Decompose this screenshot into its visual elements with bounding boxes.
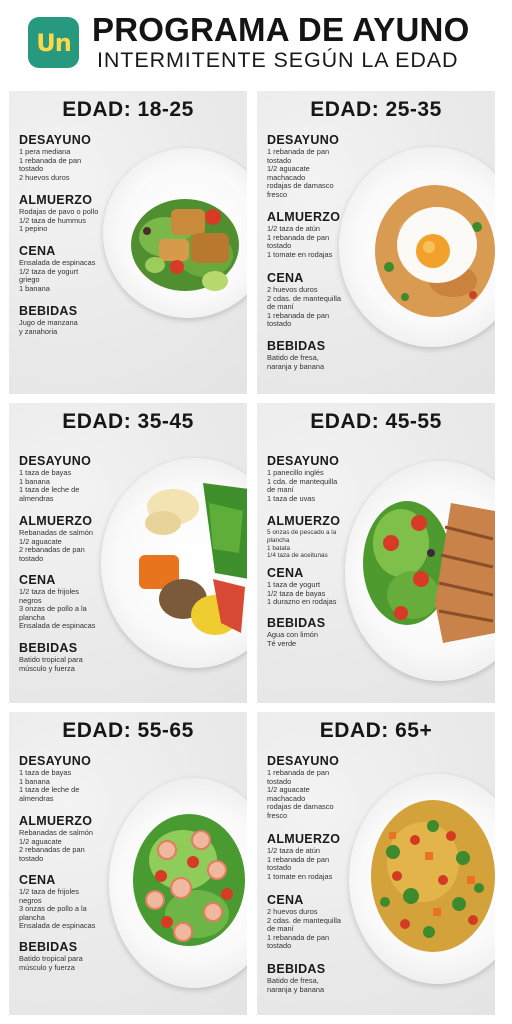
section-heading: CENA (19, 873, 56, 887)
section-heading: BEBIDAS (19, 304, 78, 318)
section-text: 5 onzas de pescado a la plancha 1 batata… (267, 529, 337, 560)
section-text: 1 rebanada de pan tostado 1/2 aguacate m… (267, 768, 334, 820)
section-text: 2 huevos duros 2 cdas. de mantequilla de… (267, 285, 341, 329)
section-desayuno: DESAYUNO 1 pera mediana 1 rebanada de pa… (19, 133, 137, 182)
section-text: 1 panecillo inglés 1 cda. de mantequilla… (267, 468, 338, 503)
section-almuerzo: ALMUERZO Rebanadas de salmón 1/2 aguacat… (19, 514, 137, 563)
section-text: Agua con limón Té verde (267, 630, 318, 648)
section-heading: CENA (267, 566, 304, 580)
section-text: 1 taza de bayas 1 banana 1 taza de leche… (19, 768, 80, 803)
section-almuerzo: ALMUERZO 1/2 taza de atún 1 rebanada de … (267, 210, 385, 259)
section-heading: BEBIDAS (267, 339, 326, 353)
section-cena: CENA 2 huevos duros 2 cdas. de mantequil… (267, 271, 385, 329)
section-almuerzo: ALMUERZO Rebanadas de salmón 1/2 aguacat… (19, 814, 137, 863)
section-text: 1/2 taza de frijoles negros 3 onzas de p… (19, 887, 96, 931)
age-card-18-25: EDAD: 18-25 DESAYUNO 1 pera mediana 1 re… (9, 91, 247, 394)
section-heading: ALMUERZO (267, 832, 341, 846)
section-cena: CENA Ensalada de espinacas 1/2 taza de y… (19, 244, 137, 293)
section-heading: DESAYUNO (267, 454, 340, 468)
section-cena: CENA 2 huevos duros 2 cdas. de mantequil… (267, 893, 385, 951)
section-heading: ALMUERZO (267, 210, 341, 224)
age-card-45-55: EDAD: 45-55 DESAYUNO 1 panecillo inglés … (257, 403, 495, 703)
section-cena: CENA 1 taza de yogurt 1/2 taza de bayas … (267, 566, 385, 607)
section-heading: BEBIDAS (19, 940, 78, 954)
card-title: EDAD: 25-35 (310, 98, 442, 121)
section-bebidas: BEBIDAS Batido tropical para músculo y f… (19, 641, 137, 673)
section-text: 1/2 taza de atún 1 rebanada de pan tosta… (267, 846, 333, 881)
mixed-bowl-plate-icon (139, 483, 247, 635)
age-card-35-45: EDAD: 35-45 DESAYUNO 1 taza de bayas 1 b… (9, 403, 247, 703)
section-almuerzo: ALMUERZO 5 onzas de pescado a la plancha… (267, 514, 385, 560)
section-text: Batido tropical para músculo y fuerza (19, 954, 83, 972)
section-text: 1 taza de yogurt 1/2 taza de bayas 1 dur… (267, 580, 337, 607)
section-text: 1 taza de bayas 1 banana 1 taza de leche… (19, 468, 80, 503)
section-heading: BEBIDAS (267, 616, 326, 630)
section-heading: BEBIDAS (267, 962, 326, 976)
section-text: Rodajas de pavo o pollo 1/2 taza de humm… (19, 207, 99, 234)
age-card-25-35: EDAD: 25-35 DESAYUNO 1 rebanada de pan t… (257, 91, 495, 394)
section-text: 1 rebanada de pan tostado 1/2 aguacate m… (267, 147, 334, 199)
fried-egg-rice-plate-icon (375, 185, 495, 317)
section-text: Jugo de manzana y zanahoria (19, 318, 78, 336)
section-heading: CENA (19, 244, 56, 258)
section-heading: DESAYUNO (19, 133, 92, 147)
section-text: Batido tropical para músculo y fuerza (19, 655, 83, 673)
section-text: 1/2 taza de frijoles negros 3 onzas de p… (19, 587, 96, 631)
section-desayuno: DESAYUNO 1 rebanada de pan tostado 1/2 a… (267, 754, 385, 821)
section-desayuno: DESAYUNO 1 rebanada de pan tostado 1/2 a… (267, 133, 385, 200)
section-heading: ALMUERZO (19, 193, 93, 207)
section-text: 1 pera mediana 1 rebanada de pan tostado… (19, 147, 82, 182)
section-text: 2 huevos duros 2 cdas. de mantequilla de… (267, 907, 341, 951)
section-bebidas: BEBIDAS Batido de fresa, naranja y banan… (267, 339, 385, 371)
section-heading: ALMUERZO (19, 514, 93, 528)
section-text: Batido de fresa, naranja y banana (267, 976, 325, 994)
age-card-55-65: EDAD: 55-65 DESAYUNO 1 taza de bayas 1 b… (9, 712, 247, 1015)
section-text: Rebanadas de salmón 1/2 aguacate 2 reban… (19, 828, 93, 863)
section-heading: DESAYUNO (19, 754, 92, 768)
section-text: Batido de fresa, naranja y banana (267, 353, 325, 371)
section-heading: BEBIDAS (19, 641, 78, 655)
chicken-salad-plate-icon (131, 199, 239, 291)
section-bebidas: BEBIDAS Jugo de manzana y zanahoria (19, 304, 137, 336)
section-desayuno: DESAYUNO 1 taza de bayas 1 banana 1 taza… (19, 454, 137, 503)
page-subtitle: INTERMITENTE SEGÚN LA EDAD (97, 48, 459, 72)
section-heading: ALMUERZO (19, 814, 93, 828)
section-heading: DESAYUNO (267, 754, 340, 768)
section-text: 1/2 taza de atún 1 rebanada de pan tosta… (267, 224, 333, 259)
section-heading: CENA (267, 271, 304, 285)
section-heading: DESAYUNO (19, 454, 92, 468)
card-title: EDAD: 65+ (319, 719, 433, 742)
section-heading: CENA (19, 573, 56, 587)
section-text: Rebanadas de salmón 1/2 aguacate 2 reban… (19, 528, 93, 563)
card-title: EDAD: 18-25 (62, 98, 194, 121)
section-bebidas: BEBIDAS Batido tropical para músculo y f… (19, 940, 137, 972)
section-heading: ALMUERZO (267, 514, 341, 528)
shrimp-salad-plate-icon (133, 814, 245, 946)
card-title: EDAD: 35-45 (62, 410, 194, 433)
brand-logo: Un (28, 17, 79, 68)
page-header: Un PROGRAMA DE AYUNO INTERMITENTE SEGÚN … (0, 0, 512, 86)
section-cena: CENA 1/2 taza de frijoles negros 3 onzas… (19, 873, 137, 931)
card-title: EDAD: 55-65 (62, 719, 194, 742)
section-almuerzo: ALMUERZO Rodajas de pavo o pollo 1/2 taz… (19, 193, 137, 234)
section-bebidas: BEBIDAS Batido de fresa, naranja y banan… (267, 962, 385, 994)
card-title: EDAD: 45-55 (310, 410, 442, 433)
section-cena: CENA 1/2 taza de frijoles negros 3 onzas… (19, 573, 137, 631)
age-card-65-plus: EDAD: 65+ DESAYUNO 1 rebanada de pan tos… (257, 712, 495, 1015)
section-heading: CENA (267, 893, 304, 907)
section-heading: DESAYUNO (267, 133, 340, 147)
section-desayuno: DESAYUNO 1 panecillo inglés 1 cda. de ma… (267, 454, 385, 503)
section-almuerzo: ALMUERZO 1/2 taza de atún 1 rebanada de … (267, 832, 385, 881)
page-title: PROGRAMA DE AYUNO (92, 11, 470, 48)
section-text: Ensalada de espinacas 1/2 taza de yogurt… (19, 258, 96, 293)
section-desayuno: DESAYUNO 1 taza de bayas 1 banana 1 taza… (19, 754, 137, 803)
section-bebidas: BEBIDAS Agua con limón Té verde (267, 616, 385, 648)
